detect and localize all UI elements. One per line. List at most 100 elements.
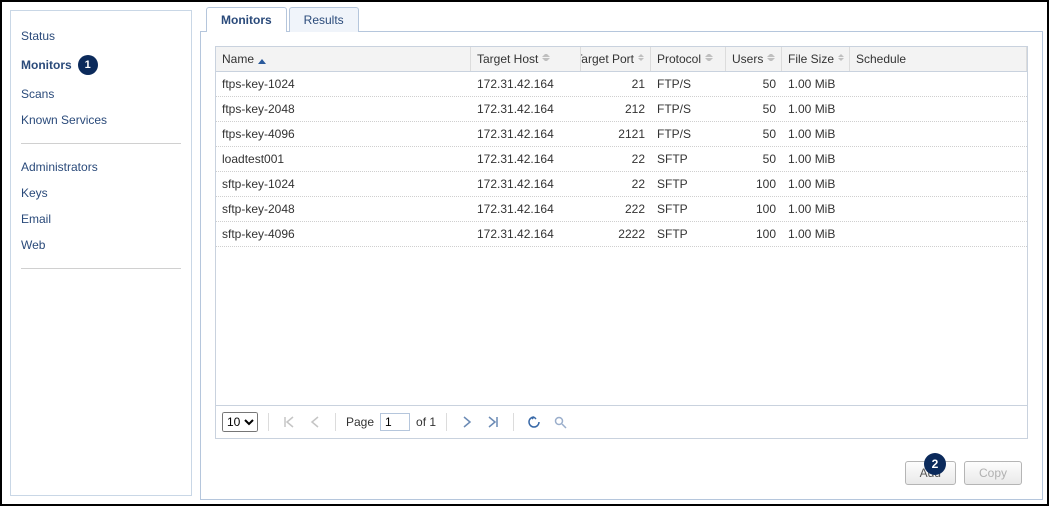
copy-button[interactable]: Copy (964, 461, 1022, 485)
cell-file-size: 1.00 MiB (782, 97, 850, 121)
sort-icon (542, 54, 550, 64)
cell-target-port: 22 (581, 147, 651, 171)
sidebar-item-web[interactable]: Web (21, 232, 181, 258)
cell-name: sftp-key-2048 (216, 197, 471, 221)
table-row[interactable]: sftp-key-1024172.31.42.16422SFTP1001.00 … (216, 172, 1027, 197)
cell-protocol: FTP/S (651, 122, 726, 146)
cell-target-port: 2121 (581, 122, 651, 146)
cell-name: sftp-key-1024 (216, 172, 471, 196)
cell-target-port: 222 (581, 197, 651, 221)
table-row[interactable]: ftps-key-2048172.31.42.164212FTP/S501.00… (216, 97, 1027, 122)
separator (446, 413, 447, 431)
tab-results[interactable]: Results (289, 7, 359, 32)
sidebar-item-keys[interactable]: Keys (21, 180, 181, 206)
cell-target-port: 21 (581, 72, 651, 96)
first-page-button[interactable] (279, 412, 299, 432)
cell-schedule (850, 147, 1027, 171)
column-header-file-size[interactable]: File Size (782, 47, 850, 71)
sidebar-item-label: Scans (21, 87, 54, 101)
cell-name: ftps-key-1024 (216, 72, 471, 96)
cell-file-size: 1.00 MiB (782, 147, 850, 171)
cell-schedule (850, 122, 1027, 146)
cell-file-size: 1.00 MiB (782, 72, 850, 96)
column-header-target-host[interactable]: Target Host (471, 47, 581, 71)
sort-asc-icon (258, 54, 266, 64)
cell-schedule (850, 197, 1027, 221)
cell-users: 100 (726, 197, 782, 221)
cell-schedule (850, 172, 1027, 196)
cell-file-size: 1.00 MiB (782, 222, 850, 246)
cell-schedule (850, 72, 1027, 96)
tab-label: Monitors (221, 13, 272, 27)
cell-target-host: 172.31.42.164 (471, 147, 581, 171)
cell-users: 50 (726, 147, 782, 171)
column-header-name[interactable]: Name (216, 47, 471, 71)
cell-file-size: 1.00 MiB (782, 122, 850, 146)
sidebar-item-label: Web (21, 238, 45, 252)
page-input[interactable] (380, 413, 410, 431)
sort-icon (767, 54, 775, 64)
tab-panel: Name Target Host Target Port Protocol Us… (200, 31, 1043, 500)
table-body: ftps-key-1024172.31.42.16421FTP/S501.00 … (216, 72, 1027, 405)
sort-icon (638, 54, 644, 64)
column-header-users[interactable]: Users (726, 47, 782, 71)
sidebar-item-label: Administrators (21, 160, 98, 174)
cell-protocol: SFTP (651, 197, 726, 221)
sidebar-item-monitors[interactable]: Monitors 1 (21, 49, 181, 81)
sidebar-item-administrators[interactable]: Administrators (21, 154, 181, 180)
sidebar-item-scans[interactable]: Scans (21, 81, 181, 107)
sidebar-item-label: Monitors (21, 58, 72, 72)
cell-file-size: 1.00 MiB (782, 197, 850, 221)
monitors-grid: Name Target Host Target Port Protocol Us… (215, 46, 1028, 439)
cell-name: loadtest001 (216, 147, 471, 171)
callout-badge-1: 1 (78, 55, 98, 75)
cell-target-host: 172.31.42.164 (471, 122, 581, 146)
sort-icon (838, 54, 844, 64)
last-page-button[interactable] (483, 412, 503, 432)
tab-label: Results (304, 13, 344, 27)
cell-users: 50 (726, 72, 782, 96)
cell-users: 100 (726, 222, 782, 246)
cell-target-host: 172.31.42.164 (471, 172, 581, 196)
column-header-schedule[interactable]: Schedule (850, 47, 1027, 71)
column-header-target-port[interactable]: Target Port (581, 47, 651, 71)
sidebar: Status Monitors 1 Scans Known Services A… (10, 10, 192, 496)
cell-target-port: 22 (581, 172, 651, 196)
cell-name: sftp-key-4096 (216, 222, 471, 246)
cell-file-size: 1.00 MiB (782, 172, 850, 196)
table-row[interactable]: sftp-key-2048172.31.42.164222SFTP1001.00… (216, 197, 1027, 222)
cell-schedule (850, 97, 1027, 121)
cell-target-port: 2222 (581, 222, 651, 246)
sidebar-item-known-services[interactable]: Known Services (21, 107, 181, 133)
tab-monitors[interactable]: Monitors (206, 7, 287, 32)
cell-name: ftps-key-4096 (216, 122, 471, 146)
refresh-button[interactable] (524, 412, 544, 432)
separator (513, 413, 514, 431)
cell-target-host: 172.31.42.164 (471, 72, 581, 96)
table-row[interactable]: loadtest001172.31.42.16422SFTP501.00 MiB (216, 147, 1027, 172)
page-size-select[interactable]: 10 (222, 412, 258, 432)
sidebar-item-label: Keys (21, 186, 48, 200)
sidebar-item-status[interactable]: Status (21, 23, 181, 49)
cell-target-port: 212 (581, 97, 651, 121)
cell-protocol: SFTP (651, 172, 726, 196)
cell-protocol: FTP/S (651, 72, 726, 96)
column-header-protocol[interactable]: Protocol (651, 47, 726, 71)
pager: 10 Page of 1 (216, 405, 1027, 438)
separator (268, 413, 269, 431)
next-page-button[interactable] (457, 412, 477, 432)
cell-users: 100 (726, 172, 782, 196)
cell-schedule (850, 222, 1027, 246)
page-label: Page (346, 415, 374, 429)
cell-users: 50 (726, 122, 782, 146)
search-icon[interactable] (550, 412, 570, 432)
table-row[interactable]: sftp-key-4096172.31.42.1642222SFTP1001.0… (216, 222, 1027, 247)
prev-page-button[interactable] (305, 412, 325, 432)
footer-toolbar: 2 Add Copy (215, 439, 1028, 491)
sidebar-item-email[interactable]: Email (21, 206, 181, 232)
cell-protocol: SFTP (651, 222, 726, 246)
sidebar-item-label: Known Services (21, 113, 107, 127)
cell-protocol: SFTP (651, 147, 726, 171)
table-row[interactable]: ftps-key-1024172.31.42.16421FTP/S501.00 … (216, 72, 1027, 97)
table-row[interactable]: ftps-key-4096172.31.42.1642121FTP/S501.0… (216, 122, 1027, 147)
